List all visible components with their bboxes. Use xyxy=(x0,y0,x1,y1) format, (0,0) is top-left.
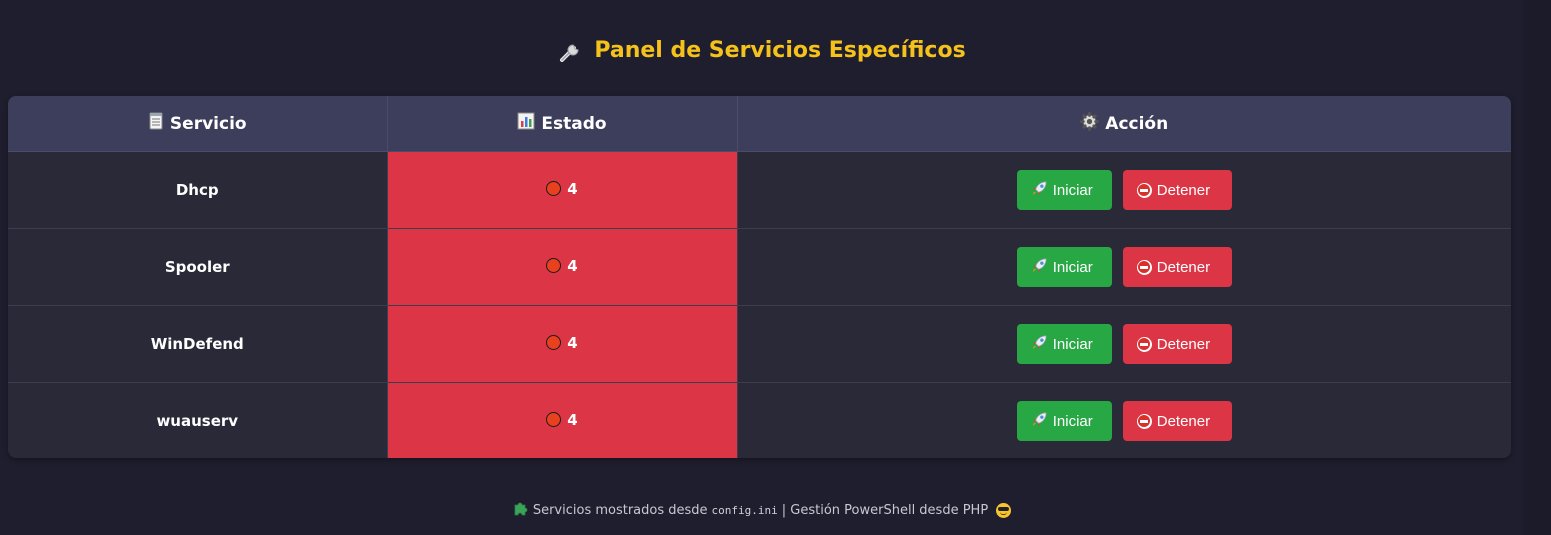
page-title-text: Panel de Servicios Específicos xyxy=(594,38,966,63)
notepad-icon xyxy=(148,112,164,135)
status-value: 4 xyxy=(567,410,578,429)
table-row: Spooler 4 Iniciar Detener xyxy=(8,228,1511,306)
action-cell: Iniciar Detener xyxy=(737,151,1511,229)
rocket-icon xyxy=(1031,411,1048,432)
start-button[interactable]: Iniciar xyxy=(1016,170,1112,210)
wrench-icon xyxy=(558,38,584,64)
stop-button-label: Detener xyxy=(1156,335,1211,353)
status-cell: 4 xyxy=(387,228,738,306)
stop-button[interactable]: Detener xyxy=(1122,401,1232,441)
action-cell: Iniciar Detener xyxy=(737,228,1511,306)
start-button[interactable]: Iniciar xyxy=(1016,324,1112,364)
action-cell: Iniciar Detener xyxy=(737,383,1511,459)
stop-button[interactable]: Detener xyxy=(1122,324,1232,364)
stop-button-label: Detener xyxy=(1156,258,1211,276)
scrollbar-track[interactable] xyxy=(1523,0,1551,535)
red-circle-icon xyxy=(546,335,562,351)
table-row: wuauserv 4 Iniciar Detener xyxy=(8,382,1511,459)
no-entry-icon xyxy=(1136,259,1152,275)
footer-text-before: Servicios mostrados desde xyxy=(532,502,708,518)
start-button-label: Iniciar xyxy=(1052,335,1093,353)
page: Panel de Servicios Específicos Servicio … xyxy=(0,0,1551,535)
status-value: 4 xyxy=(567,179,578,198)
rocket-icon xyxy=(1031,334,1048,355)
no-entry-icon xyxy=(1136,336,1152,352)
rocket-icon xyxy=(1031,180,1048,201)
page-title: Panel de Servicios Específicos xyxy=(0,33,1524,69)
footer: Servicios mostrados desde config.ini | G… xyxy=(0,500,1524,520)
stop-button-label: Detener xyxy=(1156,412,1211,430)
red-circle-icon xyxy=(546,412,562,428)
column-header-service-label: Servicio xyxy=(169,113,247,134)
table-row: WinDefend 4 Iniciar Detener xyxy=(8,305,1511,383)
column-header-status-label: Estado xyxy=(541,113,607,134)
start-button-label: Iniciar xyxy=(1052,258,1093,276)
red-circle-icon xyxy=(546,181,562,197)
service-name: wuauserv xyxy=(8,382,388,458)
red-circle-icon xyxy=(546,258,562,274)
start-button-label: Iniciar xyxy=(1052,412,1093,430)
no-entry-icon xyxy=(1136,182,1152,198)
service-name: Dhcp xyxy=(8,151,388,229)
status-cell: 4 xyxy=(387,382,738,458)
gear-icon xyxy=(1080,111,1100,136)
puzzle-piece-icon xyxy=(513,500,529,520)
status-cell: 4 xyxy=(387,305,738,383)
footer-config-file: config.ini xyxy=(711,503,778,517)
footer-text-after: | Gestión PowerShell desde PHP xyxy=(781,502,989,518)
column-header-service: Servicio xyxy=(8,96,388,152)
status-value: 4 xyxy=(567,333,578,352)
status-cell: 4 xyxy=(387,151,738,229)
smiling-face-with-sunglasses-icon xyxy=(996,502,1012,518)
services-table: Servicio Estado Acción Dhcp 4 Iniciar De… xyxy=(8,96,1511,458)
service-name: WinDefend xyxy=(8,305,388,383)
start-button-label: Iniciar xyxy=(1052,181,1093,199)
stop-button-label: Detener xyxy=(1156,181,1211,199)
table-header-row: Servicio Estado Acción xyxy=(8,96,1511,152)
rocket-icon xyxy=(1031,257,1048,278)
start-button[interactable]: Iniciar xyxy=(1016,247,1112,287)
stop-button[interactable]: Detener xyxy=(1122,247,1232,287)
column-header-action-label: Acción xyxy=(1105,113,1169,134)
column-header-status: Estado xyxy=(387,96,738,152)
column-header-action: Acción xyxy=(737,96,1511,152)
table-row: Dhcp 4 Iniciar Detener xyxy=(8,151,1511,229)
stop-button[interactable]: Detener xyxy=(1122,170,1232,210)
bar-chart-icon xyxy=(517,112,535,135)
action-cell: Iniciar Detener xyxy=(737,305,1511,383)
start-button[interactable]: Iniciar xyxy=(1016,401,1112,441)
service-name: Spooler xyxy=(8,228,388,306)
no-entry-icon xyxy=(1136,413,1152,429)
status-value: 4 xyxy=(567,256,578,275)
